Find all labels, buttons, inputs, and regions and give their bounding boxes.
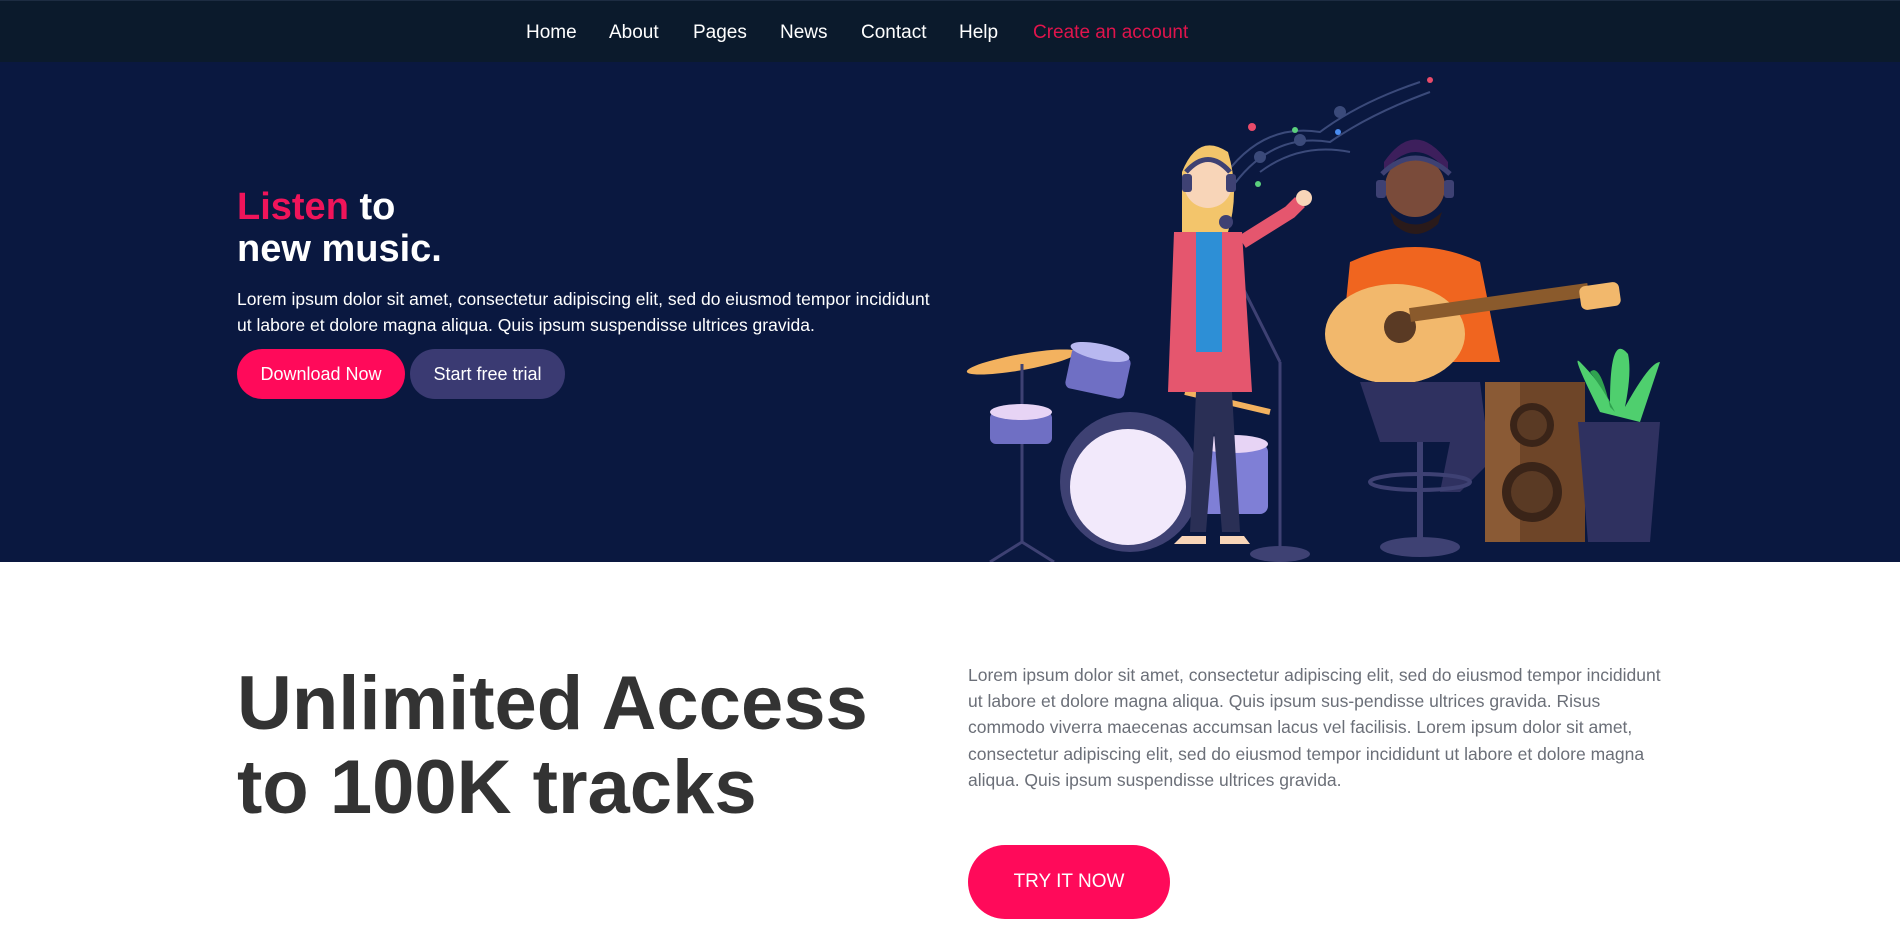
hero-title-highlight: Listen [237,186,349,228]
music-band-illustration [966,77,1660,562]
plant-icon [1577,348,1660,542]
top-navbar: Home About Pages News Contact Help Creat… [0,0,1900,62]
nav-create-account[interactable]: Create an account [1033,22,1188,44]
nav-about[interactable]: About [609,22,659,44]
hero-title-rest: to [348,186,396,228]
hero-title: Listen to new music. [237,186,837,270]
access-title-line2: to 100K tracks [237,745,757,830]
access-description: Lorem ipsum dolor sit amet, consectetur … [968,665,1661,790]
download-now-button[interactable]: Download Now [237,349,405,399]
hero-description: Lorem ipsum dolor sit amet, consectetur … [237,289,930,335]
hero-section: Listen to new music. Lorem ipsum dolor s… [0,62,1900,562]
nav-help[interactable]: Help [959,22,998,44]
hero-title-line2: new music. [237,228,442,270]
try-it-now-button[interactable]: TRY IT NOW [968,845,1170,919]
nav-home[interactable]: Home [526,22,577,44]
nav-news[interactable]: News [780,22,828,44]
nav-pages[interactable]: Pages [693,22,747,44]
nav-contact[interactable]: Contact [861,22,926,44]
start-free-trial-button[interactable]: Start free trial [410,349,565,399]
access-title: Unlimited Access to 100K tracks [237,662,937,830]
access-title-line1: Unlimited Access [237,661,868,746]
speaker-icon [1485,382,1585,542]
